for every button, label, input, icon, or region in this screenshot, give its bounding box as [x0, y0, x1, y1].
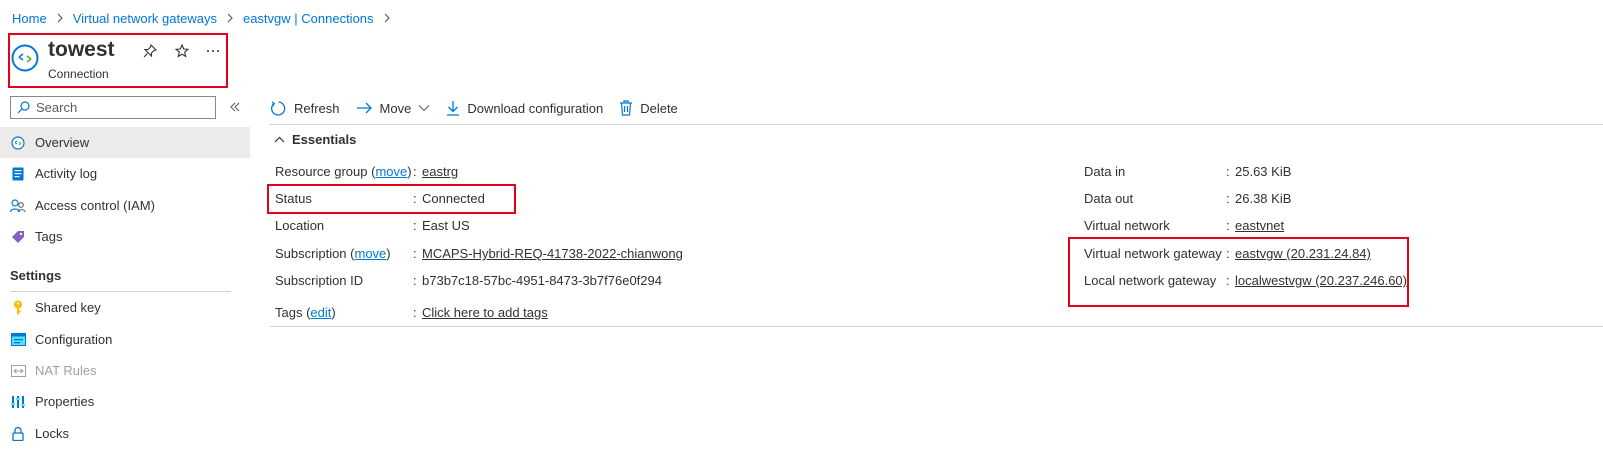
status-highlight-box — [267, 184, 516, 214]
gateways-highlight-box — [1068, 237, 1409, 307]
data-in-value: 25.63 KiB — [1235, 164, 1292, 179]
data-out-label: Data out — [1084, 191, 1134, 206]
trash-icon — [620, 100, 633, 116]
collapse-icon[interactable] — [228, 100, 242, 114]
sidebar-item-overview[interactable]: Overview — [0, 127, 250, 158]
subscription-label: Subscription (move) — [275, 246, 391, 261]
refresh-label: Refresh — [294, 100, 340, 116]
search-box[interactable] — [10, 96, 216, 119]
location-value: East US — [422, 218, 470, 233]
location-label: Location — [275, 218, 325, 233]
activity-log-icon — [10, 166, 26, 182]
subscription-value-link[interactable]: MCAPS-Hybrid-REQ-41738-2022-chianwong — [422, 246, 683, 261]
refresh-icon — [271, 100, 286, 116]
breadcrumb-eastvgw-connections[interactable]: eastvgw | Connections — [243, 11, 374, 26]
tags-label: Tags (edit) — [275, 305, 336, 320]
tag-icon — [10, 229, 26, 245]
sidebar-item-label: Overview — [35, 135, 90, 150]
chevron-right-icon — [47, 12, 73, 24]
virtual-network-label: Virtual network — [1084, 218, 1170, 233]
virtual-network-link[interactable]: eastvnet — [1235, 218, 1284, 233]
essentials-title: Essentials — [292, 132, 357, 147]
configuration-icon — [10, 332, 26, 348]
sidebar-item-locks[interactable]: Locks — [0, 418, 250, 449]
search-icon — [17, 101, 30, 114]
breadcrumb-home[interactable]: Home — [12, 11, 47, 26]
sidebar-item-label: Configuration — [35, 332, 113, 347]
sidebar-item-label: NAT Rules — [35, 363, 97, 378]
sidebar-item-properties[interactable]: Properties — [0, 386, 250, 417]
toolbar-divider — [270, 124, 1603, 125]
sidebar-item-label: Access control (IAM) — [35, 198, 155, 213]
tags-edit-link[interactable]: edit — [310, 305, 331, 320]
subscription-move-link[interactable]: move — [355, 246, 387, 261]
breadcrumb-virtual-network-gateways[interactable]: Virtual network gateways — [73, 11, 217, 26]
download-icon — [447, 101, 460, 116]
move-label: Move — [379, 100, 412, 116]
connection-icon — [10, 135, 26, 151]
download-configuration-button[interactable]: Download configuration — [446, 100, 603, 116]
sidebar-section-settings: Settings — [10, 268, 62, 283]
command-bar: Refresh Move Download configuration Dele… — [270, 96, 694, 120]
sidebar-item-tags[interactable]: Tags — [0, 221, 250, 252]
download-configuration-label: Download configuration — [467, 100, 604, 116]
sidebar-item-access-control[interactable]: Access control (IAM) — [0, 190, 250, 221]
delete-button[interactable]: Delete — [619, 100, 678, 116]
subscription-id-value: b73b7c18-57bc-4951-8473-3b7f76e0f294 — [422, 273, 662, 288]
essentials-divider — [270, 326, 1603, 327]
sidebar-item-label: Tags — [35, 229, 63, 244]
resource-group-value-link[interactable]: eastrg — [422, 164, 458, 179]
data-in-label: Data in — [1084, 164, 1126, 179]
iam-icon — [10, 198, 26, 214]
chevron-right-icon — [217, 12, 243, 24]
delete-label: Delete — [640, 100, 678, 116]
resource-group-label: Resource group (move) — [275, 164, 412, 179]
properties-icon — [10, 394, 26, 410]
header-highlight-box — [8, 33, 228, 88]
search-input[interactable] — [36, 100, 206, 115]
move-button[interactable]: Move — [356, 101, 431, 116]
chevron-up-icon — [274, 136, 285, 143]
sidebar-item-configuration[interactable]: Configuration — [0, 324, 250, 355]
nat-icon — [10, 363, 26, 379]
lock-icon — [10, 426, 26, 442]
resource-group-move-link[interactable]: move — [375, 164, 407, 179]
subscription-id-label: Subscription ID — [275, 273, 364, 288]
key-icon — [10, 300, 26, 316]
sidebar-item-label: Shared key — [35, 300, 101, 315]
add-tags-link[interactable]: Click here to add tags — [422, 305, 548, 320]
chevron-down-icon — [418, 105, 430, 112]
chevron-right-icon — [374, 12, 400, 24]
arrow-right-icon — [356, 102, 372, 114]
sidebar-item-nat-rules[interactable]: NAT Rules — [0, 355, 250, 386]
sidebar-item-label: Properties — [35, 394, 95, 409]
essentials-toggle[interactable]: Essentials — [274, 132, 356, 147]
sidebar-item-label: Locks — [35, 426, 69, 441]
sidebar-item-label: Activity log — [35, 166, 98, 181]
sidebar-item-shared-key[interactable]: Shared key — [0, 292, 250, 323]
data-out-value: 26.38 KiB — [1235, 191, 1292, 206]
breadcrumb: Home Virtual network gateways eastvgw | … — [12, 10, 400, 26]
refresh-button[interactable]: Refresh — [270, 100, 340, 117]
sidebar-item-activity-log[interactable]: Activity log — [0, 158, 250, 189]
